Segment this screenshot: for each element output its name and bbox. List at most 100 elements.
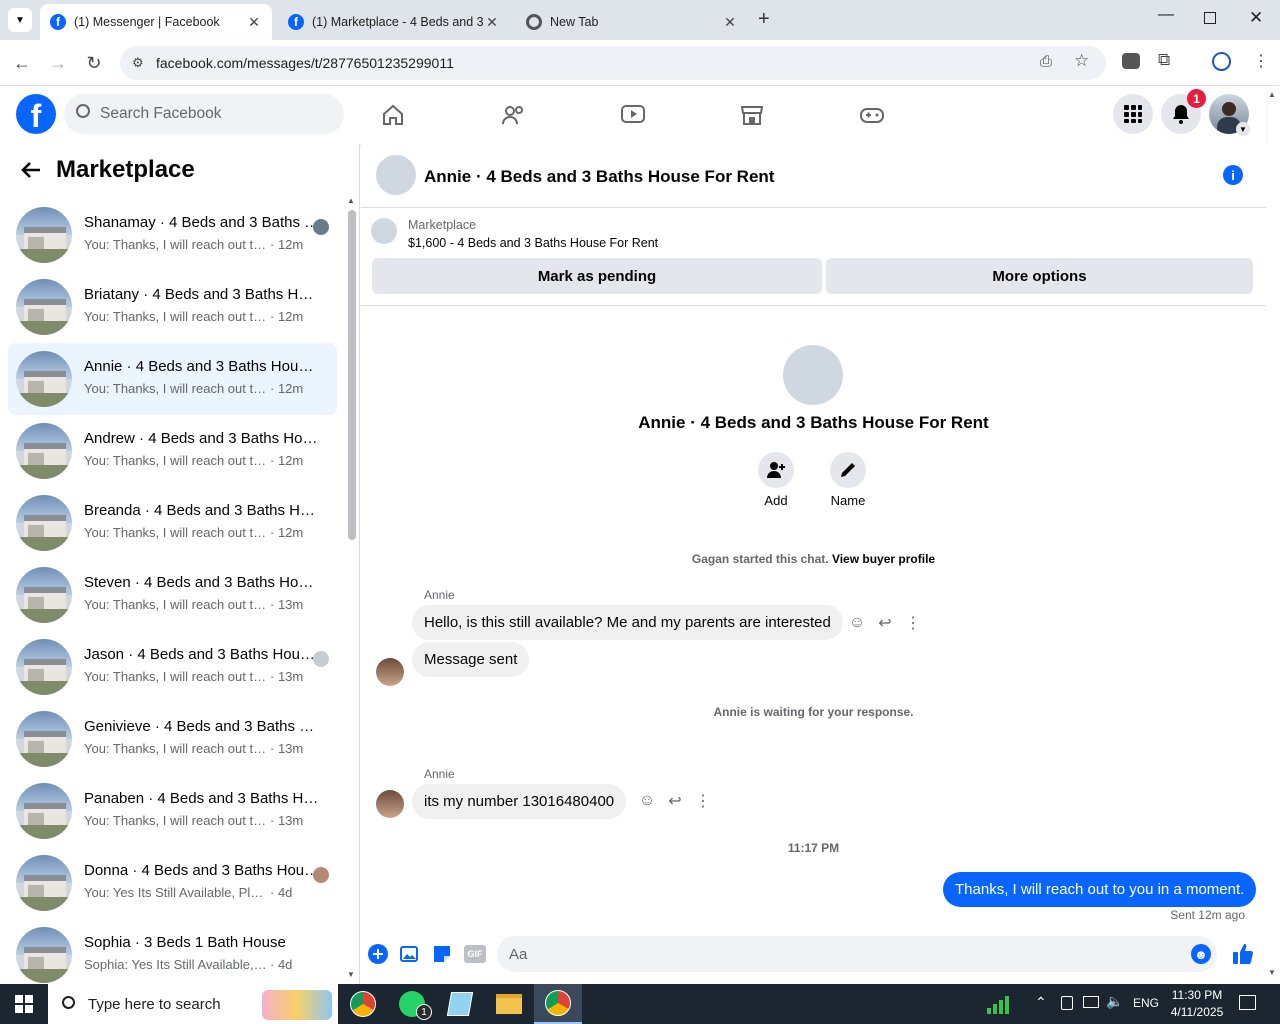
forward-arrow-icon[interactable]: → (47, 52, 69, 74)
back-arrow-icon[interactable]: ← (11, 52, 33, 74)
language-indicator[interactable]: ENG (1133, 996, 1159, 1010)
conversation-item[interactable]: Donna · 4 Beds and 3 Baths House For Ren… (8, 847, 337, 919)
account-chevron-icon[interactable]: ▼ (1236, 122, 1250, 136)
more-actions-icon[interactable]: ⋮ (693, 791, 713, 811)
video-icon[interactable] (616, 98, 650, 132)
profile-icon[interactable] (1212, 52, 1231, 71)
whatsapp-taskbar-icon[interactable]: 1 (388, 984, 436, 1024)
notification-center-icon[interactable] (1239, 995, 1256, 1010)
reply-icon[interactable]: ↩ (875, 613, 895, 633)
page-scroll-down-arrow-icon[interactable]: ▼ (1268, 968, 1276, 977)
thumbs-up-like-icon[interactable] (1231, 942, 1255, 966)
browser-tab-strip: ▼ f (1) Messenger | Facebook ✕ f (1) Mar… (0, 0, 1280, 40)
network-icon[interactable] (1083, 996, 1099, 1008)
react-smiley-icon[interactable]: ☺ (847, 613, 867, 633)
add-person-icon (767, 462, 785, 478)
back-arrow-icon[interactable] (20, 160, 42, 186)
chat-listing-thumbnail[interactable] (376, 155, 416, 195)
chrome-favicon-icon (526, 14, 542, 30)
chrome-taskbar-icon[interactable] (339, 984, 387, 1024)
stocks-widget-icon[interactable] (987, 994, 1011, 1014)
address-bar[interactable]: ⚙ facebook.com/messages/t/28776501235299… (120, 46, 1106, 80)
sticker-icon[interactable] (432, 944, 452, 964)
facebook-search-input[interactable]: Search Facebook (64, 94, 344, 134)
react-smiley-icon[interactable]: ☺ (637, 791, 657, 811)
add-person-button[interactable] (758, 452, 794, 488)
scroll-up-arrow-icon[interactable]: ▲ (347, 196, 355, 205)
conversation-item[interactable]: Genivieve · 4 Beds and 3 Baths House For… (8, 703, 337, 775)
home-icon[interactable] (376, 98, 410, 132)
edit-name-button[interactable] (830, 452, 866, 488)
page-scroll-up-arrow-icon[interactable]: ▲ (1268, 90, 1276, 99)
tab-search-button[interactable]: ▼ (8, 8, 32, 32)
close-window-icon[interactable]: ✕ (1249, 8, 1263, 28)
more-actions-icon[interactable]: ⋮ (903, 613, 923, 633)
conversation-item[interactable]: Briatany · 4 Beds and 3 Baths House For … (8, 271, 337, 343)
tab-marketplace[interactable]: f (1) Marketplace - 4 Beds and 3 ✕ (278, 4, 510, 40)
gif-icon[interactable]: GIF (464, 945, 486, 963)
conversation-item[interactable]: Jason · 4 Beds and 3 Baths House For Ren… (8, 631, 337, 703)
show-hidden-icons-chevron-icon[interactable]: ⌃ (1035, 994, 1047, 1011)
friends-icon[interactable] (496, 98, 530, 132)
conversation-item[interactable]: Annie · 4 Beds and 3 Baths House For Ren… (8, 343, 337, 415)
minimize-window-icon[interactable]: — (1158, 6, 1174, 24)
chrome-profile-taskbar-icon[interactable] (534, 984, 582, 1024)
message-composer: GIF Aa ☻ (361, 932, 1266, 976)
tab-new-tab[interactable]: New Tab ✕ (516, 4, 748, 40)
plus-circle-icon[interactable] (368, 944, 388, 964)
view-buyer-profile-link[interactable]: View buyer profile (832, 552, 935, 566)
add-label: Add (764, 493, 788, 508)
conversation-item[interactable]: Shanamay · 4 Beds and 3 Baths House For … (8, 199, 337, 271)
reload-icon[interactable]: ↻ (83, 52, 105, 74)
file-explorer-taskbar-icon[interactable] (485, 984, 533, 1024)
reply-icon[interactable]: ↩ (665, 791, 685, 811)
emoji-icon[interactable]: ☻ (1191, 944, 1211, 964)
gaming-icon[interactable] (855, 98, 889, 132)
listing-title[interactable]: $1,600 - 4 Beds and 3 Baths House For Re… (408, 236, 658, 250)
profile-listing-thumbnail[interactable] (783, 345, 843, 405)
sidebar-scrollbar[interactable] (348, 210, 356, 540)
conversation-preview: You: Thanks, I will reach out to yo... · … (84, 813, 303, 828)
conversation-item[interactable]: Breanda · 4 Beds and 3 Baths House For R… (8, 487, 337, 559)
message-input[interactable]: Aa ☻ (497, 936, 1217, 972)
info-icon[interactable]: i (1223, 165, 1243, 185)
scroll-down-arrow-icon[interactable]: ▼ (347, 970, 355, 979)
volume-icon[interactable]: 🔈 (1106, 993, 1123, 1010)
close-tab-icon[interactable]: ✕ (722, 14, 738, 31)
listing-thumbnail[interactable] (371, 218, 397, 244)
chrome-menu-icon[interactable]: ⋮ (1253, 51, 1269, 71)
restore-window-icon[interactable] (1204, 12, 1216, 24)
conversation-item[interactable]: Panaben · 4 Beds and 3 Baths House For R… (8, 775, 337, 847)
marketplace-icon[interactable] (735, 98, 769, 132)
outgoing-message[interactable]: Thanks, I will reach out to you in a mom… (943, 872, 1257, 907)
new-tab-plus-icon[interactable]: + (758, 8, 770, 31)
conversation-item[interactable]: Sophia · 3 Beds 1 Bath House Sophia: Yes … (8, 919, 337, 984)
meet-now-icon[interactable] (1061, 996, 1073, 1010)
conversation-item[interactable]: Andrew · 4 Beds and 3 Baths House For Re… (8, 415, 337, 487)
windows-start-icon[interactable] (0, 984, 48, 1024)
pencil-icon (841, 463, 855, 477)
conversation-item[interactable]: Steven · 4 Beds and 3 Baths House For Re… (8, 559, 337, 631)
incoming-message[interactable]: its my number 13016480400 (412, 784, 627, 819)
tab-messenger[interactable]: f (1) Messenger | Facebook ✕ (40, 4, 272, 40)
notepad-taskbar-icon[interactable] (436, 984, 484, 1024)
install-app-icon[interactable]: ⎙ (1040, 53, 1052, 70)
listing-thumbnail (16, 639, 72, 695)
incoming-message[interactable]: Message sent (412, 642, 530, 677)
close-tab-icon[interactable]: ✕ (246, 14, 262, 31)
extension-icon[interactable] (1122, 53, 1140, 69)
close-tab-icon[interactable]: ✕ (484, 14, 500, 31)
menu-grid-icon[interactable] (1113, 94, 1153, 134)
taskbar-search-box[interactable]: Type here to search (48, 984, 338, 1024)
chat-title[interactable]: Annie · 4 Beds and 3 Baths House For Ren… (424, 167, 774, 187)
mark-as-pending-button[interactable]: Mark as pending (372, 258, 822, 294)
facebook-logo-icon[interactable]: f (16, 94, 56, 134)
conversation-preview: You: Thanks, I will reach out to yo... · … (84, 597, 303, 612)
incoming-message[interactable]: Hello, is this still available? Me and m… (412, 605, 843, 640)
site-info-icon[interactable]: ⚙ (132, 55, 144, 71)
more-options-button[interactable]: More options (826, 258, 1253, 294)
bookmark-star-icon[interactable]: ☆ (1074, 51, 1089, 71)
photo-icon[interactable] (400, 944, 420, 964)
puzzle-extensions-icon[interactable]: ⧉ (1158, 50, 1170, 70)
taskbar-clock[interactable]: 11:30 PM 4/11/2025 (1163, 987, 1231, 1021)
